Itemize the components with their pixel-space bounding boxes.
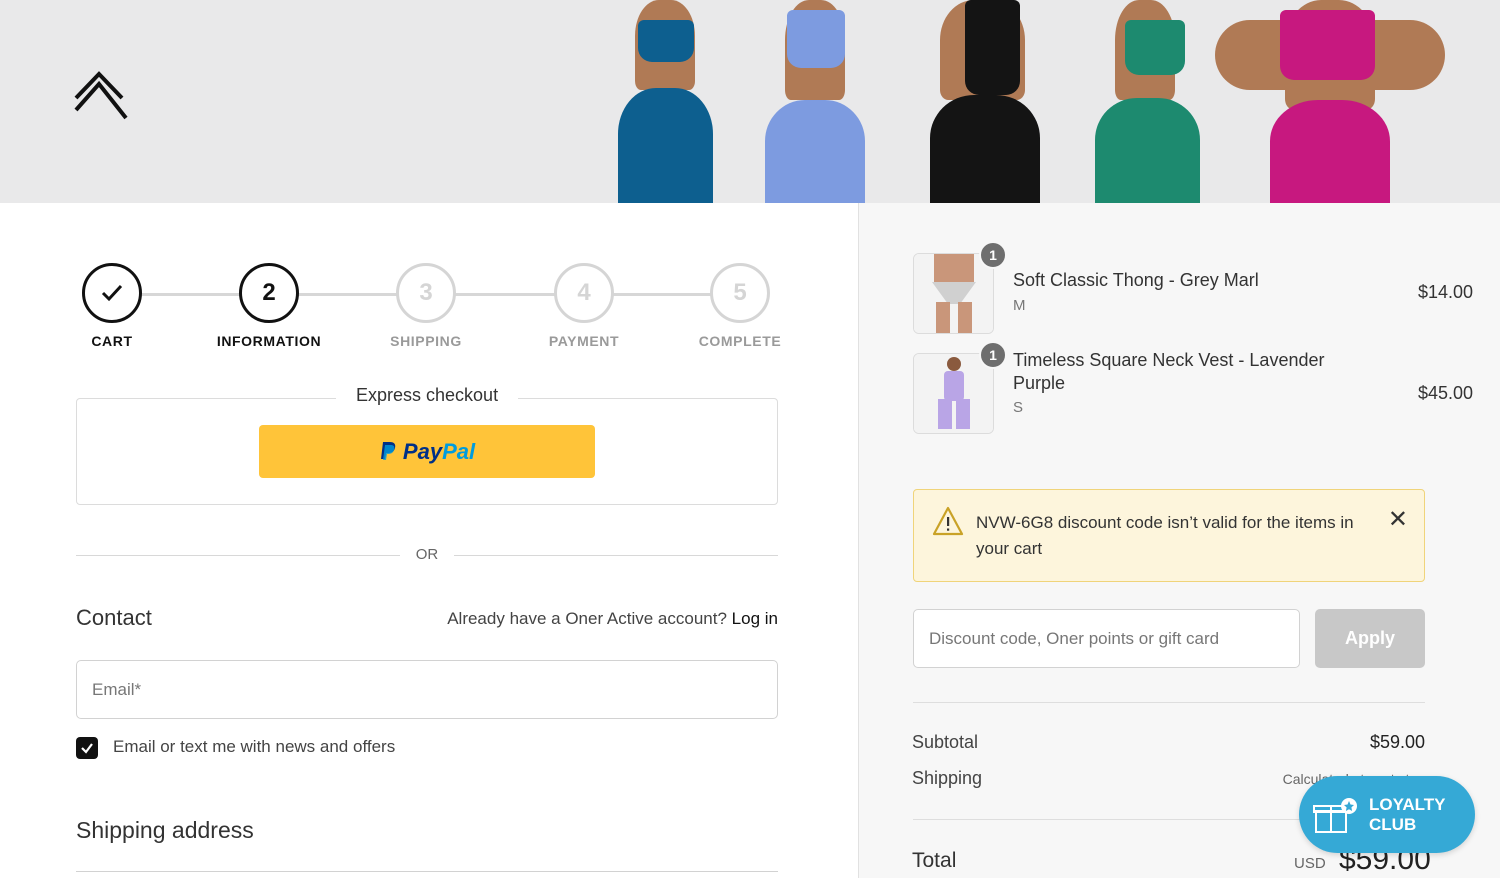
model-legs	[1270, 100, 1390, 203]
checkout-main: CART 2 INFORMATION 3 SHIPPING 4 PAYMENT …	[0, 203, 858, 878]
model-top	[1280, 10, 1375, 80]
paypal-button[interactable]: PayPal	[259, 425, 595, 478]
model-legs	[618, 88, 713, 203]
email-field[interactable]	[76, 660, 778, 719]
checkout-progress: CART 2 INFORMATION 3 SHIPPING 4 PAYMENT …	[70, 263, 800, 363]
newsletter-label: Email or text me with news and offers	[113, 737, 396, 756]
or-text: OR	[415, 546, 439, 563]
cart-item-variant: M	[1013, 297, 1026, 314]
step-cart-circle	[82, 263, 142, 323]
step-number: 2	[239, 263, 299, 323]
model-top	[787, 10, 845, 68]
step-number: 4	[554, 263, 614, 323]
contact-title: Contact	[76, 605, 152, 630]
shipping-address-title: Shipping address	[76, 817, 254, 843]
product-image-thong	[914, 254, 993, 333]
total-label: Total	[912, 849, 957, 872]
login-link[interactable]: Log in	[732, 609, 778, 628]
paypal-icon	[380, 441, 396, 460]
step-number: 5	[710, 263, 770, 323]
step-cart[interactable]: CART	[52, 263, 172, 349]
banner-models-image	[560, 0, 1460, 203]
model-top	[965, 0, 1020, 95]
warning-icon	[932, 506, 964, 536]
subtotal-label: Subtotal	[912, 732, 979, 752]
quantity-badge: 1	[979, 241, 1007, 269]
paypal-label-pal: Pal	[442, 438, 476, 464]
express-checkout-title: Express checkout	[336, 385, 519, 406]
step-payment: 4 PAYMENT	[524, 263, 644, 349]
cart-item-variant: S	[1013, 399, 1024, 416]
gift-icon	[1313, 797, 1357, 833]
discount-code-input[interactable]	[913, 609, 1300, 668]
or-divider-left	[76, 555, 400, 556]
loyalty-label: LOYALTY CLUB	[1369, 795, 1446, 835]
loyalty-line1: LOYALTY	[1369, 794, 1446, 814]
oner-logo-icon[interactable]	[72, 70, 130, 126]
subtotal-value: $59.00	[1369, 732, 1425, 752]
cart-item: 1 Soft Classic Thong - Grey Marl M $14.0…	[913, 241, 1473, 335]
step-number: 3	[396, 263, 456, 323]
step-complete: 5 COMPLETE	[680, 263, 800, 349]
loyalty-club-button[interactable]: LOYALTY CLUB	[1299, 776, 1475, 853]
account-prompt: Already have a Oner Active account? Log …	[447, 609, 778, 629]
cart-item: 1 Timeless Square Neck Vest - Lavender P…	[913, 341, 1473, 435]
shipping-label: Shipping	[912, 768, 983, 788]
step-information: 2 INFORMATION	[209, 263, 329, 349]
discount-error-alert: NVW-6G8 discount code isn’t valid for th…	[913, 489, 1425, 582]
newsletter-checkbox[interactable]	[76, 737, 98, 759]
step-label: CART	[91, 333, 133, 349]
product-thumbnail	[913, 353, 994, 434]
close-icon[interactable]: ✕	[1388, 505, 1408, 534]
product-thumbnail	[913, 253, 994, 334]
shipping-address-field[interactable]	[76, 871, 778, 878]
summary-divider	[913, 702, 1425, 703]
apply-discount-button[interactable]: Apply	[1315, 609, 1425, 668]
model-top	[638, 20, 694, 62]
product-image-vest	[914, 354, 993, 433]
header-banner	[0, 0, 1500, 203]
step-label: PAYMENT	[548, 333, 620, 349]
account-prompt-text: Already have a Oner Active account?	[447, 609, 727, 628]
step-shipping: 3 SHIPPING	[366, 263, 486, 349]
loyalty-line2: CLUB	[1369, 814, 1417, 834]
step-label: COMPLETE	[698, 333, 782, 349]
model-legs	[930, 95, 1040, 203]
model-top	[1125, 20, 1185, 75]
step-label: INFORMATION	[216, 333, 322, 349]
cart-item-price: $45.00	[1417, 383, 1473, 403]
cart-item-name: Soft Classic Thong - Grey Marl	[1013, 270, 1259, 290]
model-legs	[765, 100, 865, 203]
alert-message: NVW-6G8 discount code isn’t valid for th…	[976, 513, 1354, 558]
step-label: SHIPPING	[390, 333, 462, 349]
paypal-label-pay: Pay	[402, 438, 443, 464]
checkmark-icon	[101, 284, 123, 302]
cart-item-name: Timeless Square Neck Vest - Lavender Pur…	[1013, 350, 1325, 393]
model-legs	[1095, 98, 1200, 203]
quantity-badge: 1	[979, 341, 1007, 369]
currency-code: USD	[1294, 855, 1326, 872]
or-divider-right	[454, 555, 778, 556]
checkmark-icon	[81, 743, 93, 754]
cart-item-price: $14.00	[1417, 282, 1473, 302]
